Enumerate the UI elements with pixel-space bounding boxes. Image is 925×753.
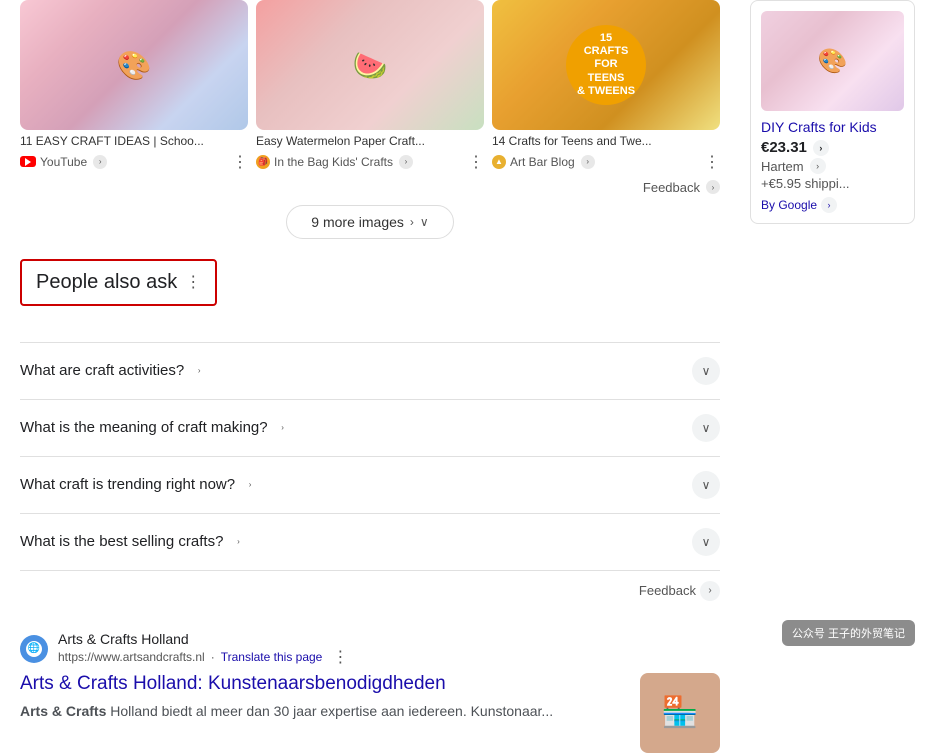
image-card-1: 🎨 11 EASY CRAFT IDEAS | Schoo... YouTube…	[20, 0, 248, 172]
faq-question-3: What craft is trending right now? ›	[20, 476, 257, 493]
feedback-images: Feedback ›	[20, 180, 720, 195]
source-more-btn-2[interactable]: ›	[399, 155, 413, 169]
image-source-3: ▲ Art Bar Blog › ⋮	[492, 152, 720, 172]
product-image[interactable]: 🎨	[761, 11, 904, 111]
faq-expand-1[interactable]: ∨	[692, 357, 720, 385]
paa-menu-dots[interactable]: ⋮	[185, 272, 201, 292]
product-card: 🎨 DIY Crafts for Kids €23.31 › Hartem › …	[750, 0, 915, 224]
image-source-1: YouTube › ⋮	[20, 152, 248, 172]
product-by[interactable]: By Google ›	[761, 197, 904, 213]
faq-q2-chevron: ›	[276, 421, 290, 435]
source-more-btn-3[interactable]: ›	[581, 155, 595, 169]
people-also-ask-box: People also ask ⋮	[20, 259, 217, 306]
images-row: 🎨 11 EASY CRAFT IDEAS | Schoo... YouTube…	[20, 0, 720, 172]
image-thumb-3[interactable]: 15CRAFTSFORTEENS& TWEENS	[492, 0, 720, 130]
artbar-icon-3: ▲	[492, 155, 506, 169]
image-card-3: 15CRAFTSFORTEENS& TWEENS 14 Crafts for T…	[492, 0, 720, 172]
generic-icon-2: 🎒	[256, 155, 270, 169]
snippet-text: Holland biedt al meer dan 30 jaar expert…	[110, 703, 553, 719]
source-name-2: In the Bag Kids' Crafts	[274, 155, 393, 169]
image-source-2: 🎒 In the Bag Kids' Crafts › ⋮	[256, 152, 484, 172]
faq-item-3[interactable]: What craft is trending right now? › ∨	[20, 457, 720, 514]
faq-question-1-text: What are craft activities?	[20, 362, 184, 379]
result-url-row: https://www.artsandcrafts.nl · Translate…	[58, 647, 348, 667]
result-source-row: 🌐 Arts & Crafts Holland https://www.arts…	[20, 631, 720, 667]
faq-item-4[interactable]: What is the best selling crafts? › ∨	[20, 514, 720, 571]
location-chevron: ›	[810, 158, 826, 174]
result-content-row: Arts & Crafts Holland: Kunstenaarsbenodi…	[20, 673, 720, 753]
people-also-ask-title: People also ask ⋮	[36, 271, 201, 294]
result-thumbnail: 🏪	[640, 673, 720, 753]
feedback-images-label[interactable]: Feedback	[643, 180, 700, 195]
faq-question-2: What is the meaning of craft making? ›	[20, 419, 290, 436]
product-title[interactable]: DIY Crafts for Kids	[761, 119, 904, 135]
image-card-2: 🍉 Easy Watermelon Paper Craft... 🎒 In th…	[256, 0, 484, 172]
faq-item-1[interactable]: What are craft activities? › ∨	[20, 343, 720, 400]
source-name-1: YouTube	[40, 155, 87, 169]
faq-list: What are craft activities? › ∨ What is t…	[20, 342, 720, 571]
right-panel: 🎨 DIY Crafts for Kids €23.31 › Hartem › …	[740, 0, 925, 753]
search-result-1: 🌐 Arts & Crafts Holland https://www.arts…	[20, 631, 720, 753]
feedback-faq-row: Feedback ›	[20, 571, 720, 621]
price-chevron: ›	[813, 140, 829, 156]
more-images-chevron: ›	[410, 215, 414, 229]
product-price: €23.31 ›	[761, 139, 904, 156]
result-url: https://www.artsandcrafts.nl	[58, 650, 205, 664]
more-images-label: 9 more images	[311, 214, 404, 230]
by-label: By Google	[761, 198, 817, 212]
url-separator: ·	[211, 650, 215, 664]
source-dots-3[interactable]: ⋮	[704, 152, 720, 172]
feedback-faq-label[interactable]: Feedback	[639, 583, 696, 598]
source-dots-2[interactable]: ⋮	[468, 152, 484, 172]
faq-expand-2[interactable]: ∨	[692, 414, 720, 442]
faq-question-1: What are craft activities? ›	[20, 362, 206, 379]
image-label-1: 11 EASY CRAFT IDEAS | Schoo...	[20, 134, 248, 150]
faq-q3-chevron: ›	[243, 478, 257, 492]
favicon-inner: 🌐	[26, 641, 42, 657]
result-favicon: 🌐	[20, 635, 48, 663]
faq-question-3-text: What craft is trending right now?	[20, 476, 235, 493]
result-site-info: Arts & Crafts Holland https://www.artsan…	[58, 631, 348, 667]
more-images-down-chevron: ∨	[420, 215, 429, 229]
paa-title-text: People also ask	[36, 271, 177, 294]
image-label-2: Easy Watermelon Paper Craft...	[256, 134, 484, 150]
location-value: Hartem	[761, 159, 804, 174]
source-dots-1[interactable]: ⋮	[232, 152, 248, 172]
image-thumb-1[interactable]: 🎨	[20, 0, 248, 130]
faq-expand-3[interactable]: ∨	[692, 471, 720, 499]
product-location: Hartem ›	[761, 158, 904, 174]
faq-q4-chevron: ›	[231, 535, 245, 549]
product-shipping: +€5.95 shippi...	[761, 176, 904, 191]
youtube-icon	[20, 156, 36, 167]
feedback-images-chevron[interactable]: ›	[706, 180, 720, 194]
more-images-container: 9 more images › ∨	[20, 205, 720, 239]
price-value: €23.31	[761, 139, 807, 156]
faq-item-2[interactable]: What is the meaning of craft making? › ∨	[20, 400, 720, 457]
snippet-brand: Arts & Crafts	[20, 703, 106, 719]
result-site-name: Arts & Crafts Holland	[58, 631, 348, 647]
globe-icon: 🌐	[28, 643, 40, 654]
faq-question-4: What is the best selling crafts? ›	[20, 533, 245, 550]
source-name-3: Art Bar Blog	[510, 155, 575, 169]
translate-link[interactable]: Translate this page	[221, 650, 323, 664]
by-chevron: ›	[821, 197, 837, 213]
faq-question-4-text: What is the best selling crafts?	[20, 533, 223, 550]
image-thumb-2[interactable]: 🍉	[256, 0, 484, 130]
feedback-faq-chevron[interactable]: ›	[700, 581, 720, 601]
result-menu-dots[interactable]: ⋮	[332, 647, 348, 667]
source-more-btn-1[interactable]: ›	[93, 155, 107, 169]
result-snippet: Arts & Crafts Holland biedt al meer dan …	[20, 701, 624, 722]
faq-expand-4[interactable]: ∨	[692, 528, 720, 556]
image-label-3: 14 Crafts for Teens and Twe...	[492, 134, 720, 150]
more-images-button[interactable]: 9 more images › ∨	[286, 205, 453, 239]
faq-q1-chevron: ›	[192, 364, 206, 378]
faq-question-2-text: What is the meaning of craft making?	[20, 419, 268, 436]
